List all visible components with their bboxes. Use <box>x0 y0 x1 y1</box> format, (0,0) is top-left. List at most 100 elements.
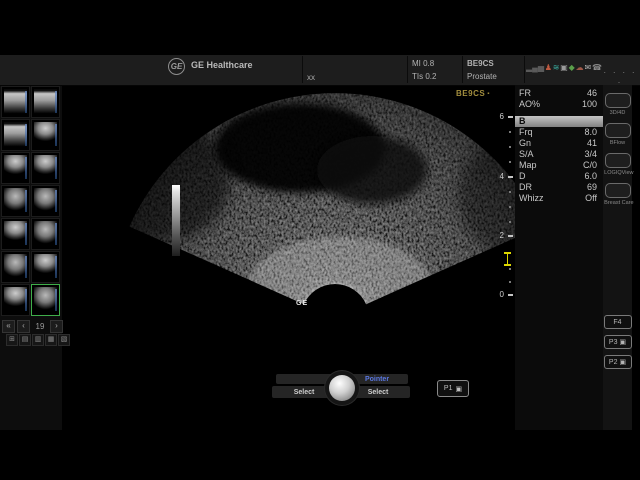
p1-label: P1 <box>444 385 453 392</box>
depth-minor-tick <box>509 131 511 133</box>
thumbnail[interactable] <box>1 284 30 316</box>
focus-marker-icon[interactable] <box>504 252 511 266</box>
depth-minor-tick <box>509 221 511 223</box>
breast-care-label: Breast Care <box>604 200 631 206</box>
prev-page-button[interactable]: ‹ <box>17 320 30 333</box>
ge-logo-icon: GE <box>168 58 185 75</box>
bflow-button[interactable] <box>605 123 631 138</box>
delete-icon[interactable]: ▤ <box>19 334 31 346</box>
divider <box>407 56 408 83</box>
layout-grid-icon[interactable]: ⊞ <box>6 334 18 346</box>
active-mode-row[interactable]: B <box>515 116 603 127</box>
ge-watermark: GE <box>296 300 308 307</box>
param-label: DR <box>519 182 532 193</box>
depth-minor-tick <box>509 268 511 270</box>
save-icon[interactable]: ▥ <box>32 334 44 346</box>
probe-label: BE9CS▪ <box>456 89 490 98</box>
thumbnail-selected[interactable] <box>31 284 60 316</box>
cloud-icon: ☁ <box>576 63 584 73</box>
select-right-button[interactable]: Select <box>346 386 410 398</box>
thumbnail[interactable] <box>31 152 60 184</box>
pointer-button[interactable]: Pointer <box>346 374 408 384</box>
depth-minor-tick <box>509 281 511 283</box>
thumbnail[interactable] <box>31 119 60 151</box>
depth-minor-tick <box>509 161 511 163</box>
thumbnail[interactable] <box>1 152 30 184</box>
p3-label: P3 <box>609 339 618 346</box>
param-value: 100 <box>582 99 597 110</box>
param-value: 8.0 <box>584 127 597 138</box>
thumbnail[interactable] <box>31 86 60 118</box>
clipboard-toolbar: ⊞ ▤ ▥ ▦ ▧ <box>6 334 70 346</box>
depth-tick <box>508 176 513 178</box>
thumbnail[interactable] <box>31 251 60 283</box>
thumbnail[interactable] <box>31 185 60 217</box>
mi-readout: MI 0.8 <box>412 59 434 68</box>
thumbnail-grid <box>1 86 61 316</box>
probe-name: BE9CS <box>467 59 494 68</box>
function-keys: F4 P3 ▣ P2 ▣ <box>603 315 632 375</box>
param-value: 69 <box>587 182 597 193</box>
orientation-marker-icon: ▪ <box>487 91 490 97</box>
preset-name[interactable]: Prostate <box>467 72 497 81</box>
param-label: Whizz <box>519 193 544 204</box>
next-page-button[interactable]: › <box>50 320 63 333</box>
print-icon: ▣ <box>619 358 626 366</box>
print-icon: ▣ <box>619 338 626 346</box>
trackball[interactable] <box>329 375 355 401</box>
depth-label: 6 <box>492 112 504 121</box>
logiqview-button[interactable] <box>605 153 631 168</box>
clipboard-pagination: « ‹ 19 › <box>2 320 63 333</box>
divider <box>302 56 303 83</box>
brand-title: GE Healthcare <box>191 60 253 70</box>
param-value: Off <box>585 193 597 204</box>
right-button-rail: 3D/4D BFlow LOGIQView Breast Care F4 P3 … <box>603 85 632 430</box>
breast-care-button[interactable] <box>605 183 631 198</box>
param-value: 46 <box>587 88 597 99</box>
overflow-menu-dots[interactable]: · · · · · <box>601 67 639 87</box>
p2-label: P2 <box>609 359 618 366</box>
signal-icon: ▂▄▅ <box>526 63 544 73</box>
f4-label: F4 <box>613 319 621 326</box>
thumbnail[interactable] <box>31 218 60 250</box>
patient-id-field[interactable]: xx <box>307 73 315 82</box>
depth-minor-tick <box>509 206 511 208</box>
param-label: AO% <box>519 99 540 110</box>
bflow-label: BFlow <box>604 140 631 146</box>
depth-minor-tick <box>509 191 511 193</box>
param-label: D <box>519 171 526 182</box>
depth-label: 0 <box>492 290 504 299</box>
parameter-panel: FR46 AO%100 B Frq8.0 Gn41 S/A3/4 MapC/0 … <box>515 85 603 430</box>
ultrasound-image <box>100 86 540 320</box>
first-page-button[interactable]: « <box>2 320 15 333</box>
param-label: Gn <box>519 138 531 149</box>
select-left-button[interactable]: Select <box>272 386 336 398</box>
depth-tick <box>508 116 513 118</box>
p3-button[interactable]: P3 ▣ <box>604 335 632 349</box>
system-status-icons: ▂▄▅ ♟ ≋ ▣ ◆ ☁ ✉ ☎ <box>526 63 602 73</box>
f4-button[interactable]: F4 <box>604 315 632 329</box>
thumbnail[interactable] <box>1 119 30 151</box>
thumbnail[interactable] <box>1 218 30 250</box>
depth-label: 2 <box>492 231 504 240</box>
thumbnail[interactable] <box>1 86 30 118</box>
depth-label: 4 <box>492 172 504 181</box>
top-status-bar: GE GE Healthcare xx MI 0.8 TIs 0.2 BE9CS… <box>0 55 640 86</box>
depth-tick <box>508 235 513 237</box>
mode-3d4d-button[interactable] <box>605 93 631 108</box>
divider <box>524 56 525 83</box>
thumbnail[interactable] <box>1 185 30 217</box>
camera-icon: ▣ <box>560 63 568 73</box>
image-icon[interactable]: ▦ <box>45 334 57 346</box>
logiqview-label: LOGIQView <box>604 170 631 176</box>
page-number: 19 <box>32 322 48 331</box>
p1-button[interactable]: P1 ▣ <box>437 380 469 397</box>
export-icon[interactable]: ▧ <box>58 334 70 346</box>
clipboard-panel: « ‹ 19 › ⊞ ▤ ▥ ▦ ▧ <box>0 85 62 430</box>
thumbnail[interactable] <box>1 251 30 283</box>
ultrasound-screen: GE GE Healthcare xx MI 0.8 TIs 0.2 BE9CS… <box>0 0 640 480</box>
trackball-top-left-button[interactable] <box>276 374 336 384</box>
mail-icon: ✉ <box>584 63 591 73</box>
param-label: Frq <box>519 127 533 138</box>
p2-button[interactable]: P2 ▣ <box>604 355 632 369</box>
